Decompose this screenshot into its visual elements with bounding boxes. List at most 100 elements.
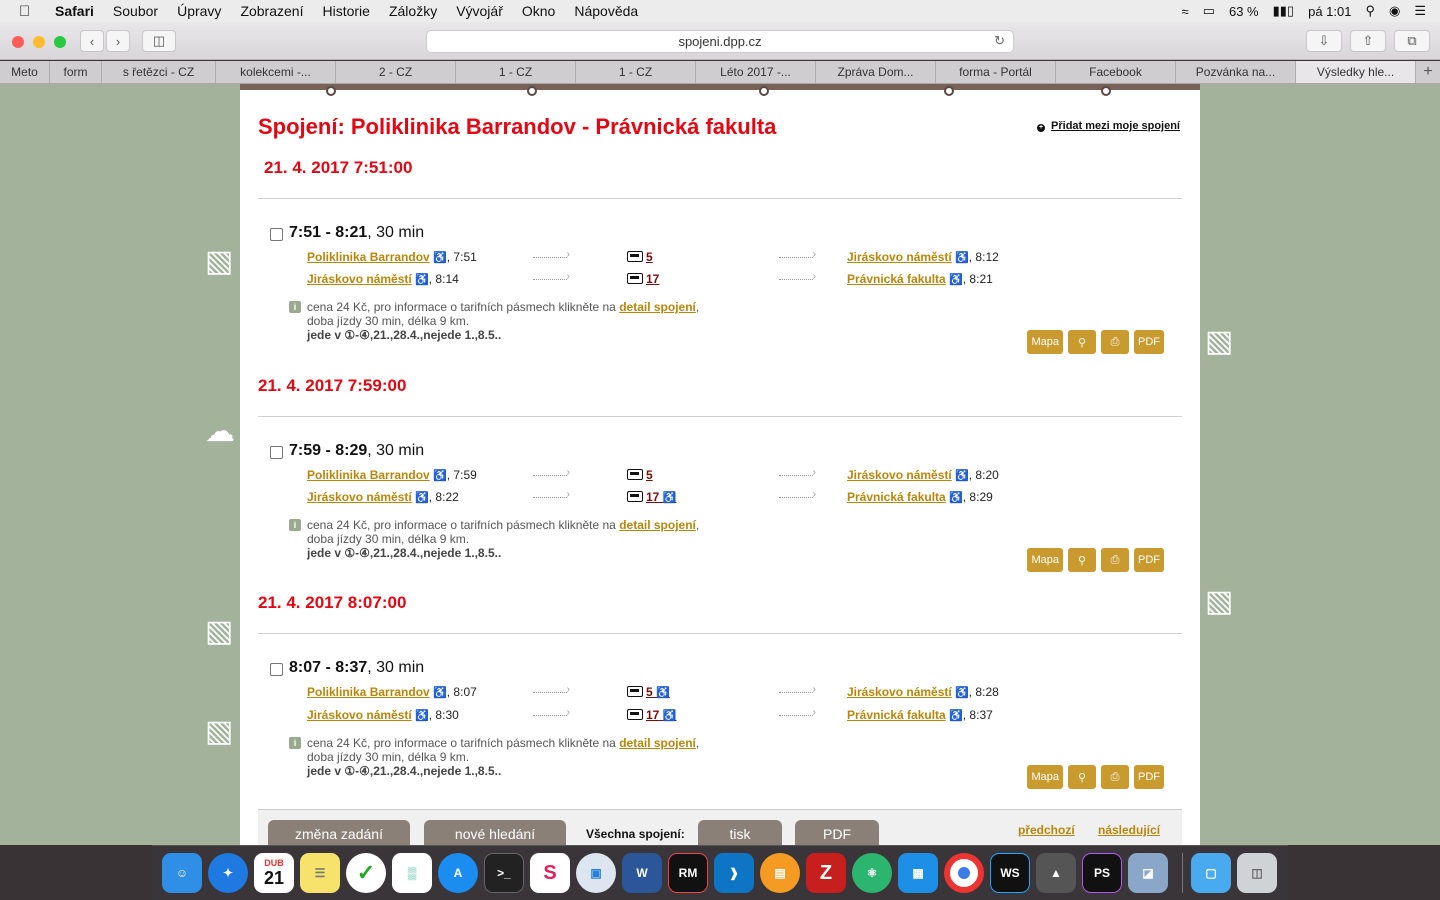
tab[interactable]: Facebook [1056, 61, 1176, 83]
menu-zobrazeni[interactable]: Zobrazení [240, 3, 303, 19]
safari-icon[interactable]: ✦ [208, 853, 248, 893]
folder-icon[interactable]: ▢ [1191, 853, 1231, 893]
minimize-window-button[interactable] [33, 36, 45, 48]
notes-icon[interactable]: ☰ [300, 853, 340, 893]
spotlight-icon[interactable]: ⚲ [1365, 3, 1375, 19]
connection-checkbox[interactable] [270, 663, 283, 676]
ibooks-icon[interactable]: ▤ [760, 853, 800, 893]
sidebar-button[interactable]: ◫ [142, 30, 176, 52]
pdf-button[interactable]: PDF [1134, 765, 1164, 789]
stop-link[interactable]: Právnická fakulta [847, 490, 946, 504]
rubymine-icon[interactable]: RM [668, 853, 708, 893]
back-button[interactable]: ‹ [80, 30, 104, 52]
stop-link[interactable]: Poliklinika Barrandov [307, 250, 430, 264]
menu-napoveda[interactable]: Nápověda [574, 3, 638, 19]
stop-link[interactable]: Jiráskovo náměstí [847, 250, 952, 264]
app-store-icon[interactable]: A [438, 853, 478, 893]
forward-button[interactable]: › [106, 30, 130, 52]
inkscape-icon[interactable]: ▲ [1036, 853, 1076, 893]
phpstorm-icon[interactable]: PS [1082, 853, 1122, 893]
search-button[interactable]: ⚲ [1068, 330, 1096, 354]
word-icon[interactable]: W [622, 853, 662, 893]
menu-soubor[interactable]: Soubor [113, 3, 158, 19]
add-to-favorites-link[interactable]: + Přidat mezi moje spojení [1037, 120, 1180, 132]
detail-link[interactable]: detail spojení [619, 736, 696, 750]
stop-link[interactable]: Jiráskovo náměstí [307, 490, 412, 504]
stop-link[interactable]: Právnická fakulta [847, 708, 946, 722]
menu-upravy[interactable]: Úpravy [177, 3, 221, 19]
vscode-icon[interactable]: ❱ [714, 853, 754, 893]
detail-link[interactable]: detail spojení [619, 518, 696, 532]
search-button[interactable]: ⚲ [1068, 548, 1096, 572]
next-link[interactable]: následující [1098, 823, 1160, 837]
tab[interactable]: Meto [0, 61, 50, 83]
line-link[interactable]: 5 [646, 250, 653, 264]
tab-active[interactable]: Výsledky hle... [1296, 61, 1416, 83]
tab[interactable]: 1 - CZ [456, 61, 576, 83]
print-button[interactable]: ⎙ [1101, 548, 1129, 572]
menu-safari[interactable]: Safari [55, 3, 94, 19]
address-bar[interactable]: spojeni.dpp.cz ↻ [426, 30, 1014, 53]
tab[interactable]: Léto 2017 -... [696, 61, 816, 83]
stop-link[interactable]: Jiráskovo náměstí [847, 468, 952, 482]
connection-checkbox[interactable] [270, 228, 283, 241]
print-button[interactable]: ⎙ [1101, 330, 1129, 354]
close-window-button[interactable] [12, 36, 24, 48]
share-button[interactable]: ⇧ [1350, 30, 1386, 52]
trash-icon[interactable]: ◫ [1237, 853, 1277, 893]
pdf-button[interactable]: PDF [1134, 548, 1164, 572]
clock[interactable]: pá 1:01 [1308, 4, 1351, 19]
battery-icon[interactable]: ▮▮▯ [1273, 3, 1294, 19]
connection-checkbox[interactable] [270, 446, 283, 459]
line-link[interactable]: 17 [646, 490, 659, 504]
wifi-icon[interactable]: ≈ [1182, 4, 1189, 19]
menu-okno[interactable]: Okno [522, 3, 555, 19]
chrome-icon[interactable] [944, 853, 984, 893]
tab[interactable]: Zpráva Dom... [816, 61, 936, 83]
tab[interactable]: 2 - CZ [336, 61, 456, 83]
change-query-button[interactable]: změna zadání [268, 820, 410, 845]
terminal-icon[interactable]: >_ [484, 853, 524, 893]
line-link[interactable]: 17 [646, 708, 659, 722]
notification-center-icon[interactable]: ☰ [1414, 3, 1426, 19]
webstorm-icon[interactable]: WS [990, 853, 1030, 893]
docker-icon[interactable]: ▦ [898, 853, 938, 893]
reload-icon[interactable]: ↻ [994, 33, 1005, 49]
numbers-icon[interactable]: ▒ [392, 853, 432, 893]
detail-link[interactable]: detail spojení [619, 300, 696, 314]
map-button[interactable]: Mapa [1027, 765, 1063, 789]
tab[interactable]: Pozvánka na... [1176, 61, 1296, 83]
new-search-button[interactable]: nové hledání [424, 820, 566, 845]
downloads-button[interactable]: ⇩ [1306, 30, 1342, 52]
battery-percent[interactable]: 63 % [1229, 4, 1259, 19]
tab[interactable]: s řetězci - CZ [102, 61, 216, 83]
preview-icon[interactable]: ◪ [1128, 853, 1168, 893]
map-button[interactable]: Mapa [1027, 330, 1063, 354]
airplay-icon[interactable]: ▭ [1203, 3, 1215, 19]
menu-zalozky[interactable]: Záložky [389, 3, 437, 19]
siri-icon[interactable]: ◉ [1389, 3, 1400, 19]
stop-link[interactable]: Jiráskovo náměstí [847, 685, 952, 699]
stop-link[interactable]: Jiráskovo náměstí [307, 272, 412, 286]
search-button[interactable]: ⚲ [1068, 765, 1096, 789]
tab[interactable]: kolekcemi -... [216, 61, 336, 83]
tabs-overview-button[interactable]: ⧉ [1394, 30, 1430, 52]
stop-link[interactable]: Právnická fakulta [847, 272, 946, 286]
stop-link[interactable]: Poliklinika Barrandov [307, 468, 430, 482]
filezilla-icon[interactable]: Z [806, 853, 846, 893]
pdf-all-button[interactable]: PDF [795, 820, 879, 845]
tab[interactable]: form [50, 61, 102, 83]
line-link[interactable]: 17 [646, 272, 659, 286]
menu-historie[interactable]: Historie [322, 3, 369, 19]
previous-link[interactable]: předchozí [1018, 823, 1075, 837]
tab[interactable]: forma - Portál [936, 61, 1056, 83]
calendar-icon[interactable]: DUB 21 [254, 853, 294, 893]
slack-icon[interactable]: S [530, 853, 570, 893]
line-link[interactable]: 5 [646, 685, 653, 699]
stop-link[interactable]: Poliklinika Barrandov [307, 685, 430, 699]
apple-menu-icon[interactable]:  [19, 3, 39, 20]
print-all-button[interactable]: tisk [698, 820, 782, 845]
atom-icon[interactable]: ⚛ [852, 853, 892, 893]
finder-icon[interactable]: ☺ [162, 853, 202, 893]
wunderlist-icon[interactable]: ✓ [346, 853, 386, 893]
